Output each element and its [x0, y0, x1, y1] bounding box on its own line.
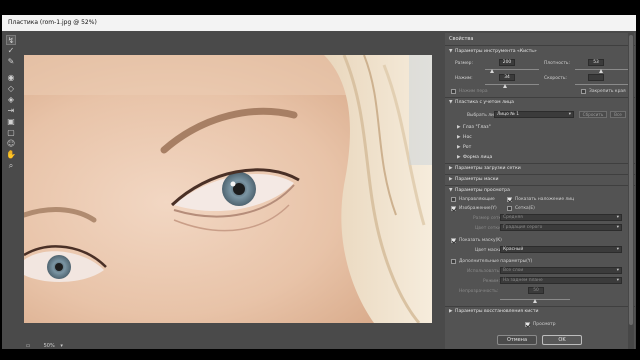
density-slider-knob[interactable] [599, 69, 603, 73]
pressure-label: Нажим: [455, 76, 473, 81]
freeze-mask-tool-icon[interactable]: ▣ [6, 117, 16, 127]
chevron-down-icon: ▾ [568, 112, 571, 117]
face-tool-icon[interactable]: ☺ [6, 139, 16, 149]
pucker-tool-icon[interactable]: ◇ [6, 84, 16, 94]
mode-dropdown[interactable]: На заднем плане ▾ [500, 277, 622, 284]
show-mask-label: Показать маску(K) [459, 238, 502, 243]
reconstruct-section[interactable]: ▶ Параметры восстановления кисти [449, 309, 538, 314]
mask-color-dropdown[interactable]: Красный ▾ [500, 246, 622, 253]
face-overlay-checkbox[interactable] [507, 197, 512, 202]
mode-label: Режим: [483, 279, 500, 284]
guides-checkbox[interactable] [451, 197, 456, 202]
mesh-color-label: Цвет сетки: [475, 226, 503, 231]
properties-panel: Свойства ▼ Параметры инструмента «Кисть» … [445, 33, 635, 349]
extra-options-checkbox[interactable] [451, 259, 456, 264]
density-input[interactable]: 53 [588, 59, 604, 66]
twirl-tool-icon[interactable]: ◉ [6, 73, 16, 83]
load-mesh-section[interactable]: ▶ Параметры загрузки сетки [449, 166, 521, 171]
rate-label: Скорость: [544, 76, 567, 81]
thaw-mask-tool-icon[interactable]: ▢ [6, 128, 16, 138]
face-item-shape[interactable]: ▶ Форма лица [457, 155, 492, 160]
face-item-mouth[interactable]: ▶ Рот [457, 145, 471, 150]
select-face-dropdown[interactable]: Лицо № 1 ▾ [494, 111, 574, 118]
zoom-readout[interactable]: 50% [44, 343, 55, 349]
panel-title: Свойства [449, 36, 474, 42]
pin-edges-checkbox[interactable] [581, 89, 586, 94]
density-label: Плотность: [544, 61, 570, 66]
mesh-color-dropdown[interactable]: Градация серого ▾ [500, 224, 622, 231]
panel-scrollbar[interactable] [628, 33, 634, 349]
guides-label: Направляющие [459, 197, 495, 202]
opacity-slider-knob[interactable] [533, 299, 537, 303]
mesh-checkbox[interactable] [507, 206, 512, 211]
liquify-window: Пластика (rom-1.jpg @ 52%) ↯ ✓ ✎ ◉ ◇ ◈ ⇥… [0, 0, 640, 360]
face-item-nose[interactable]: ▶ Нос [457, 135, 472, 140]
all-button[interactable]: Все [610, 111, 626, 118]
view-section[interactable]: ▼ Параметры просмотра [449, 188, 510, 193]
scrollbar-thumb[interactable] [629, 35, 633, 325]
mask-color-label: Цвет маски: [475, 248, 504, 253]
face-overlay-label: Показать наложение лиц [515, 197, 575, 202]
mesh-label: Сетка(E) [515, 206, 535, 211]
use-dropdown[interactable]: Все слои ▾ [500, 267, 622, 274]
size-label: Размер: [455, 61, 473, 66]
face-item-eyes[interactable]: ▶ Глаз "Глаз" [457, 125, 491, 130]
rate-slider[interactable] [575, 84, 629, 85]
mesh-size-dropdown[interactable]: Средняя ▾ [500, 214, 622, 221]
zoom-dropdown-icon[interactable]: ▾ [60, 343, 63, 349]
size-input[interactable]: 200 [499, 59, 515, 66]
reconstruct-tool-icon[interactable]: ✓ [6, 46, 16, 56]
image-label: Изображение(Y) [459, 206, 497, 211]
smooth-tool-icon[interactable]: ✎ [6, 57, 16, 67]
zoom-tool-icon[interactable]: ⌕ [6, 161, 16, 171]
cancel-button[interactable]: Отмена [497, 335, 537, 345]
stylus-pressure-label: Нажим пера [459, 89, 488, 94]
pressure-input[interactable]: 34 [499, 74, 515, 81]
opacity-input[interactable]: 50 [528, 287, 544, 294]
preview-label: Просмотр [533, 322, 556, 327]
image-canvas[interactable] [24, 55, 432, 323]
preview-checkbox[interactable] [525, 322, 530, 327]
extra-options-label: Дополнительные параметры(Y) [459, 259, 533, 264]
pressure-slider-knob[interactable] [503, 84, 507, 88]
pin-edges-label: Закрепить края [589, 89, 626, 94]
status-bar: ▭ 50% ▾ [24, 343, 63, 355]
image-checkbox[interactable] [451, 206, 456, 211]
zoom-out-icon[interactable]: ▭ [24, 343, 32, 349]
push-left-tool-icon[interactable]: ⇥ [6, 106, 16, 116]
face-aware-section[interactable]: ▼ Пластика с учетом лица [449, 100, 514, 105]
size-slider-knob[interactable] [490, 69, 494, 73]
tool-palette: ↯ ✓ ✎ ◉ ◇ ◈ ⇥ ▣ ▢ ☺ ✋ ⌕ [4, 33, 18, 173]
window-title: Пластика (rom-1.jpg @ 52%) [2, 15, 636, 31]
bloat-tool-icon[interactable]: ◈ [6, 95, 16, 105]
pressure-slider[interactable] [485, 84, 539, 85]
rate-input[interactable] [588, 74, 604, 81]
warp-tool-icon[interactable]: ↯ [6, 35, 16, 45]
mask-section[interactable]: ▶ Параметры маски [449, 177, 499, 182]
show-mask-checkbox[interactable] [451, 238, 456, 243]
stylus-pressure-checkbox[interactable] [451, 89, 456, 94]
hand-tool-icon[interactable]: ✋ [6, 150, 16, 160]
use-label: Использовать: [467, 269, 501, 274]
portrait-image [24, 55, 432, 323]
ok-button[interactable]: OK [542, 335, 582, 345]
reset-button[interactable]: Сбросить [579, 111, 607, 118]
opacity-label: Непрозрачность: [459, 289, 499, 294]
brush-options-section[interactable]: ▼ Параметры инструмента «Кисть» [449, 49, 537, 54]
